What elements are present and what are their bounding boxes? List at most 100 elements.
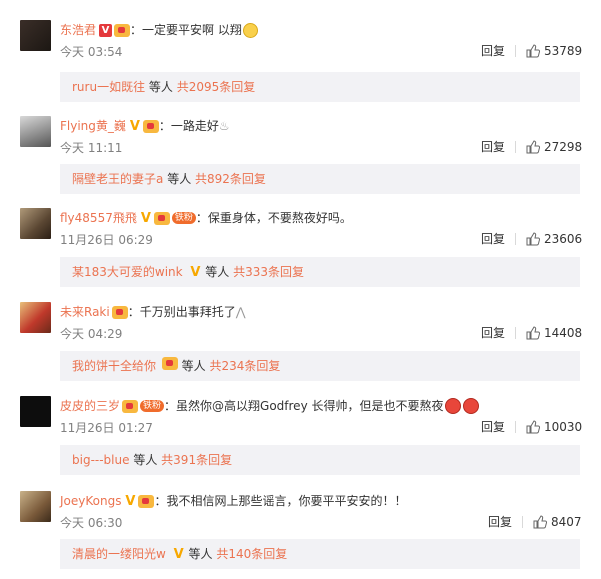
member-crown-icon [114, 23, 131, 37]
verified-v-icon: V [125, 493, 136, 509]
thumbs-up-icon[interactable] [526, 139, 541, 154]
reply-button[interactable]: 回复 [481, 418, 505, 435]
fan-badge: 铁粉 [140, 400, 165, 412]
avatar[interactable] [20, 116, 51, 147]
sub-replies-bar[interactable]: 清晨的一缕阳光w V 等人 共140条回复 [60, 539, 580, 569]
timestamp: 今天 06:30 [60, 516, 123, 530]
divider [515, 140, 517, 153]
comment-header: Flying黄_巍 V ：一路走好 ♨ [60, 117, 230, 135]
sub-reply-user[interactable]: ruru一如既往 [72, 80, 145, 94]
comment-header: fly48557飛飛 V 铁粉 ：保重身体，不要熬夜好吗。 [60, 209, 352, 227]
reply-button[interactable]: 回复 [481, 324, 505, 341]
thumbs-up-icon[interactable] [526, 325, 541, 340]
divider [515, 232, 517, 245]
avatar[interactable] [20, 208, 51, 239]
divider [515, 420, 517, 433]
avatar[interactable] [20, 491, 51, 522]
divider [515, 44, 517, 57]
like-count: 23606 [544, 231, 583, 246]
verified-v-icon: V [140, 210, 151, 226]
timestamp: 今天 11:11 [60, 141, 123, 155]
sub-reply-mid: 等人 [148, 80, 173, 94]
fan-badge: 铁粉 [171, 212, 196, 224]
thumbs-up-icon[interactable] [533, 514, 548, 529]
comment-header: 东浩君 V ：一定要平安啊 以翔 [60, 21, 258, 39]
member-crown-icon [161, 357, 178, 370]
comment-actions: 回复 8407 [488, 513, 582, 530]
comment-text: ：千万别出事拜托了 [127, 305, 236, 319]
reply-button[interactable]: 回复 [481, 42, 505, 59]
comment-header: 未来Raki ：千万别出事拜托了 ⋀ [60, 303, 246, 321]
comment-actions: 回复 14408 [481, 324, 582, 341]
username[interactable]: 东浩君 [60, 21, 96, 39]
sub-reply-mid: 等人 [205, 265, 230, 279]
thumbs-up-icon[interactable] [526, 43, 541, 58]
sub-reply-mid: 等人 [167, 172, 192, 186]
comment-text: ：虽然你@高以翔Godfrey 长得帅，但是也不要熬夜 [164, 399, 444, 413]
username[interactable]: JoeyKongs [60, 492, 121, 510]
reply-button[interactable]: 回复 [488, 513, 512, 530]
sub-reply-user[interactable]: 某183大可爱的wink [72, 265, 183, 279]
verified-v-icon: V [173, 547, 184, 562]
sub-reply-count[interactable]: 共234条回复 [210, 359, 281, 373]
comment-text: ：保重身体，不要熬夜好吗。 [195, 211, 352, 225]
sub-replies-bar[interactable]: 某183大可爱的wink V 等人 共333条回复 [60, 257, 580, 287]
angry-emoji-icon [445, 398, 462, 414]
comment-header: JoeyKongs V ：我不相信网上那些谣言，你要平平安安的！！ [60, 492, 406, 510]
comment-actions: 回复 10030 [481, 418, 582, 435]
verified-v-icon: V [99, 23, 113, 37]
sub-reply-count[interactable]: 共140条回复 [216, 547, 287, 561]
avatar[interactable] [20, 302, 51, 333]
sub-reply-user[interactable]: 隔壁老王的妻子a [72, 172, 163, 186]
divider [522, 515, 524, 528]
like-count: 10030 [544, 419, 583, 434]
sub-reply-mid: 等人 [133, 453, 158, 467]
angry-emoji-icon [463, 398, 480, 414]
sub-reply-count[interactable]: 共892条回复 [195, 172, 266, 186]
verified-v-icon: V [129, 118, 140, 134]
divider [515, 326, 517, 339]
like-count: 8407 [551, 514, 582, 529]
thumbs-up-icon[interactable] [526, 231, 541, 246]
timestamp: 今天 03:54 [60, 45, 123, 59]
sub-reply-user[interactable]: big---blue [72, 453, 130, 467]
sub-reply-user[interactable]: 我的饼干全给你 [72, 359, 156, 373]
like-count: 14408 [544, 325, 583, 340]
reply-button[interactable]: 回复 [481, 138, 505, 155]
reply-button[interactable]: 回复 [481, 230, 505, 247]
candle-emoji-icon: ♨ [218, 119, 230, 133]
timestamp: 11月26日 01:27 [60, 421, 153, 435]
thumbs-up-icon[interactable] [526, 419, 541, 434]
comment-text: ：一定要平安啊 以翔 [130, 23, 242, 37]
comment-list: 东浩君 V ：一定要平安啊 以翔 今天 03:54 回复 53789 ruru一… [0, 0, 601, 579]
sub-replies-bar[interactable]: 我的饼干全给你 等人 共234条回复 [60, 351, 580, 381]
pray-emoji-icon: ⋀ [235, 305, 246, 319]
sub-reply-mid: 等人 [188, 547, 213, 561]
avatar[interactable] [20, 20, 51, 51]
sub-reply-count[interactable]: 共333条回复 [233, 265, 304, 279]
username[interactable]: 未来Raki [60, 303, 110, 321]
username[interactable]: 皮皮的三岁 [60, 397, 120, 415]
username[interactable]: fly48557飛飛 [60, 209, 137, 227]
sub-replies-bar[interactable]: ruru一如既往 等人 共2095条回复 [60, 72, 580, 102]
comment-header: 皮皮的三岁 铁粉 ：虽然你@高以翔Godfrey 长得帅，但是也不要熬夜 [60, 397, 480, 415]
comment-text: ：我不相信网上那些谣言，你要平平安安的！！ [154, 494, 407, 508]
username[interactable]: Flying黄_巍 [60, 117, 126, 135]
member-crown-icon [153, 211, 170, 225]
avatar[interactable] [20, 396, 51, 427]
sub-reply-mid: 等人 [181, 359, 206, 373]
sub-replies-bar[interactable]: big---blue 等人 共391条回复 [60, 445, 580, 475]
like-count: 53789 [544, 43, 583, 58]
verified-v-icon: V [190, 265, 201, 280]
timestamp: 11月26日 06:29 [60, 233, 153, 247]
like-count: 27298 [544, 139, 583, 154]
comment-actions: 回复 27298 [481, 138, 582, 155]
sub-replies-bar[interactable]: 隔壁老王的妻子a 等人 共892条回复 [60, 164, 580, 194]
sub-reply-count[interactable]: 共391条回复 [161, 453, 232, 467]
member-crown-icon [138, 494, 155, 508]
sub-reply-user[interactable]: 清晨的一缕阳光w [72, 547, 166, 561]
comment-actions: 回复 53789 [481, 42, 582, 59]
comment-text: ：一路走好 [158, 119, 219, 133]
crying-emoji-icon [242, 22, 258, 38]
sub-reply-count[interactable]: 共2095条回复 [177, 80, 256, 94]
